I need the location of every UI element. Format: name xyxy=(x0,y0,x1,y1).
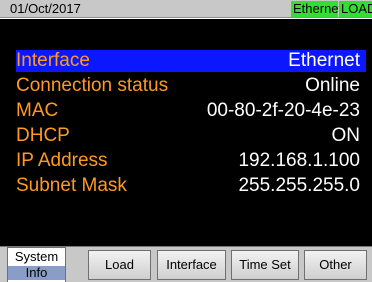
info-label: Subnet Mask xyxy=(16,175,127,196)
info-value: ON xyxy=(331,125,361,146)
softkey-label: Other xyxy=(319,257,352,272)
status-bar: 01/Oct/2017 Ethernet LOAD xyxy=(0,0,372,18)
softkey-label: Info xyxy=(8,266,65,280)
softkey-label: Load xyxy=(105,257,134,272)
info-value: 192.168.1.100 xyxy=(238,150,360,171)
interface-status-badge: Ethernet xyxy=(291,1,343,17)
info-label: IP Address xyxy=(16,150,108,171)
info-value: Ethernet xyxy=(288,50,360,71)
info-label: Interface xyxy=(16,50,90,71)
softkey-bar: System Info Load Interface Time Set Othe… xyxy=(0,246,372,282)
softkey-system-info[interactable]: System Info xyxy=(7,247,66,282)
info-row-interface[interactable]: Interface Ethernet xyxy=(16,50,366,72)
info-label: DHCP xyxy=(16,125,70,146)
softkey-load[interactable]: Load xyxy=(88,250,151,280)
info-row-connection-status: Connection status Online xyxy=(16,75,366,97)
info-label: Connection status xyxy=(16,75,169,96)
info-row-mac: MAC 00-80-2f-20-4e-23 xyxy=(16,100,366,122)
softkey-time-set[interactable]: Time Set xyxy=(231,250,299,280)
softkey-other[interactable]: Other xyxy=(304,250,367,280)
info-value: 00-80-2f-20-4e-23 xyxy=(206,100,360,121)
softkey-label: Time Set xyxy=(239,257,291,272)
lcd-screen: 01/Oct/2017 Ethernet LOAD Interface Ethe… xyxy=(0,0,372,282)
interface-info-panel: Interface Ethernet Connection status Onl… xyxy=(0,19,372,246)
softkey-label: System xyxy=(14,249,59,264)
info-row-subnet-mask: Subnet Mask 255.255.255.0 xyxy=(16,175,366,197)
info-value: Online xyxy=(305,75,360,96)
info-label: MAC xyxy=(16,100,59,121)
info-value: 255.255.255.0 xyxy=(238,175,360,196)
softkey-interface[interactable]: Interface xyxy=(157,250,226,280)
info-row-ip-address: IP Address 192.168.1.100 xyxy=(16,150,366,172)
mode-status-badge: LOAD xyxy=(339,1,372,17)
status-date: 01/Oct/2017 xyxy=(10,1,81,16)
softkey-label: Interface xyxy=(166,257,217,272)
info-row-dhcp: DHCP ON xyxy=(16,125,366,147)
